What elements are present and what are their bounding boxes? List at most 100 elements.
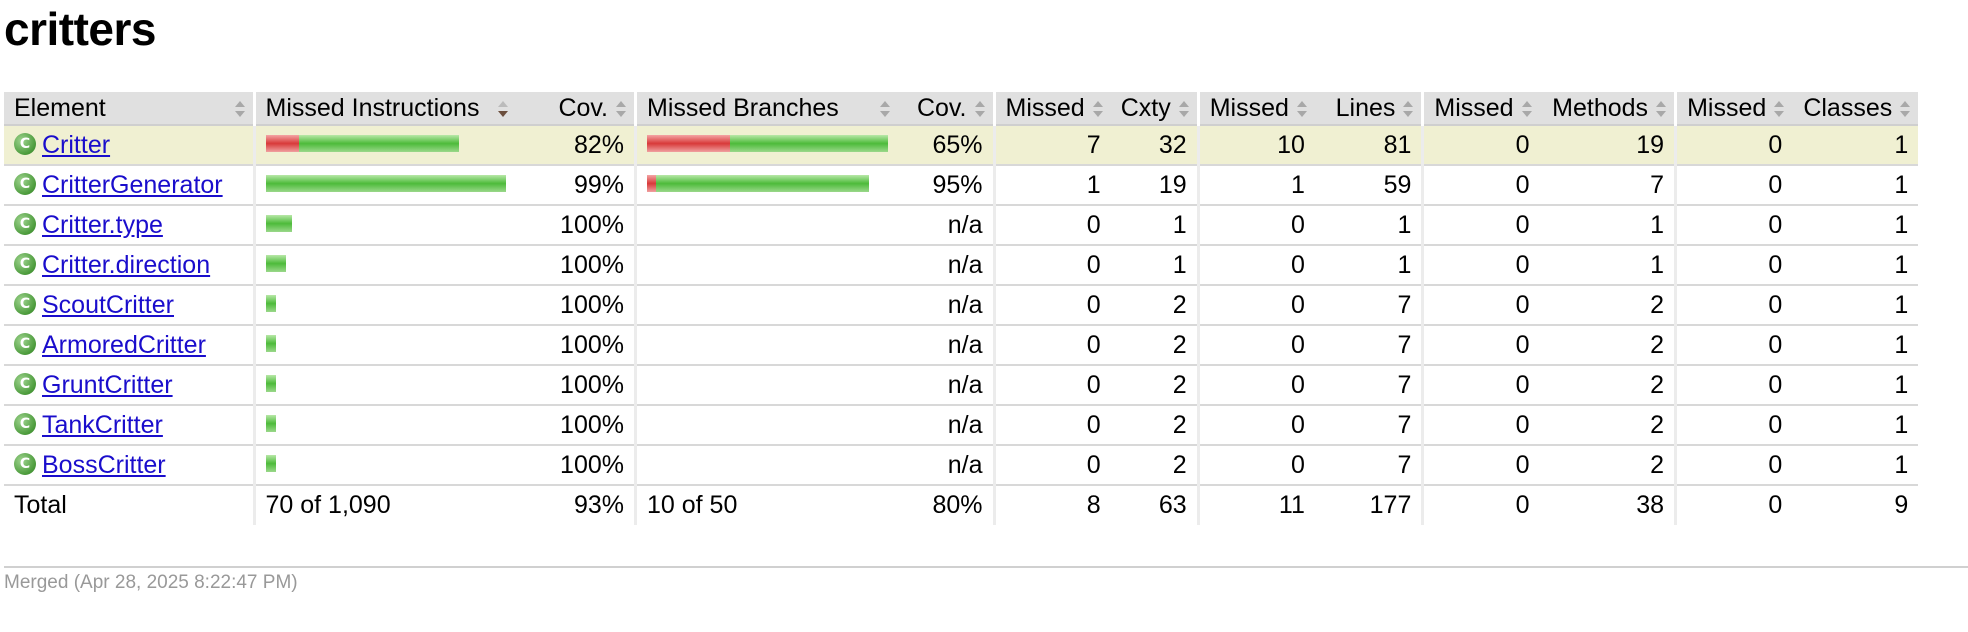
sort-icon xyxy=(1178,101,1189,117)
missed-lines: 0 xyxy=(1196,245,1315,286)
missed-classes: 0 xyxy=(1674,325,1793,366)
element-cell: GruntCritter xyxy=(4,365,254,406)
coverage-table: Element Missed Instructions Cov. Missed … xyxy=(4,92,1919,525)
coverage-bar xyxy=(265,335,276,353)
covered-bar-segment xyxy=(265,335,276,353)
branches-coverage: n/a xyxy=(898,325,994,366)
header-lines-label: Lines xyxy=(1335,93,1396,122)
header-missed-cxty[interactable]: Missed xyxy=(992,92,1111,126)
missed-methods: 0 xyxy=(1421,325,1540,366)
header-missed-label: Missed xyxy=(1687,93,1767,122)
header-missed-branches-label: Missed Branches xyxy=(647,93,839,122)
header-missed-lines[interactable]: Missed xyxy=(1196,92,1315,126)
header-branches-coverage[interactable]: Cov. xyxy=(898,92,994,126)
instructions-coverage: 100% xyxy=(515,405,636,446)
missed-lines: 10 xyxy=(1196,125,1315,166)
missed-methods: 0 xyxy=(1421,205,1540,246)
covered-bar-segment xyxy=(656,175,869,193)
instructions-coverage: 100% xyxy=(515,365,636,406)
header-instructions-coverage[interactable]: Cov. xyxy=(515,92,636,126)
coverage-bar xyxy=(647,135,888,153)
header-lines[interactable]: Lines xyxy=(1314,92,1423,126)
coverage-bar xyxy=(265,175,506,193)
missed-classes: 0 xyxy=(1674,285,1793,326)
missed-lines: 0 xyxy=(1196,445,1315,486)
element-link[interactable]: GruntCritter xyxy=(42,371,173,399)
classes: 1 xyxy=(1792,405,1919,446)
branches-coverage: 65% xyxy=(898,125,994,166)
missed-branches-cell xyxy=(634,245,898,286)
missed-cxty: 0 xyxy=(992,445,1111,486)
element-link[interactable]: Critter.type xyxy=(42,211,163,239)
element-cell: Critter xyxy=(4,125,254,166)
header-element[interactable]: Element xyxy=(4,92,254,126)
missed-instructions-cell xyxy=(252,365,516,406)
lines: 1 xyxy=(1314,205,1423,246)
missed-lines: 0 xyxy=(1196,285,1315,326)
element-link[interactable]: ArmoredCritter xyxy=(42,331,206,359)
cxty: 2 xyxy=(1110,405,1199,446)
missed-methods: 0 xyxy=(1421,245,1540,286)
missed-classes: 0 xyxy=(1674,365,1793,406)
header-missed-label: Missed xyxy=(1434,93,1514,122)
merged-timestamp: Merged (Apr 28, 2025 8:22:47 PM) xyxy=(4,572,298,593)
element-link[interactable]: TankCritter xyxy=(42,411,163,439)
lines: 7 xyxy=(1314,325,1423,366)
missed-branches-cell xyxy=(634,405,898,446)
table-body: Critter82%65%732108101901 CritterGenerato… xyxy=(4,125,1919,486)
branches-coverage: 95% xyxy=(898,165,994,206)
header-missed-methods[interactable]: Missed xyxy=(1421,92,1540,126)
cxty: 2 xyxy=(1110,445,1199,486)
table-row: Critter82%65%732108101901 xyxy=(4,125,1919,166)
header-cxty-label: Cxty xyxy=(1120,93,1171,122)
header-missed-classes[interactable]: Missed xyxy=(1674,92,1793,126)
element-link[interactable]: ScoutCritter xyxy=(42,291,174,319)
instructions-coverage: 100% xyxy=(515,325,636,366)
header-methods[interactable]: Methods xyxy=(1539,92,1676,126)
header-cxty[interactable]: Cxty xyxy=(1110,92,1199,126)
missed-methods: 0 xyxy=(1421,365,1540,406)
total-label: Total xyxy=(14,491,67,519)
instructions-coverage: 100% xyxy=(515,445,636,486)
element-link[interactable]: CritterGenerator xyxy=(42,171,223,199)
total-lines: 177 xyxy=(1369,491,1412,519)
missed-classes: 0 xyxy=(1674,405,1793,446)
lines: 7 xyxy=(1314,365,1423,406)
missed-cxty: 1 xyxy=(992,165,1111,206)
branches-coverage: n/a xyxy=(898,285,994,326)
element-link[interactable]: BossCritter xyxy=(42,451,166,479)
sort-icon xyxy=(1521,101,1532,117)
cxty: 1 xyxy=(1110,205,1199,246)
instructions-coverage: 100% xyxy=(515,205,636,246)
element-link[interactable]: Critter xyxy=(42,131,110,159)
total-classes: 9 xyxy=(1894,491,1909,519)
branches-coverage: n/a xyxy=(898,245,994,286)
methods: 2 xyxy=(1539,445,1676,486)
lines: 7 xyxy=(1314,445,1423,486)
header-missed-branches[interactable]: Missed Branches xyxy=(634,92,898,126)
total-cxty: 63 xyxy=(1158,491,1187,519)
sort-icon xyxy=(1774,101,1785,117)
sort-icon xyxy=(1656,101,1667,117)
class-icon xyxy=(14,412,36,435)
branches-coverage: n/a xyxy=(898,445,994,486)
missed-cxty: 7 xyxy=(992,125,1111,166)
page-title: critters xyxy=(4,3,156,55)
missed-branches-cell xyxy=(634,125,898,166)
covered-bar-segment xyxy=(730,135,888,153)
cxty: 2 xyxy=(1110,285,1199,326)
header-missed-instructions[interactable]: Missed Instructions xyxy=(252,92,516,126)
covered-bar-segment xyxy=(265,415,276,433)
element-cell: ArmoredCritter xyxy=(4,325,254,366)
element-link[interactable]: Critter.direction xyxy=(42,251,210,279)
covered-bar-segment xyxy=(298,135,459,153)
total-instructions-coverage: 93% xyxy=(573,491,624,519)
missed-classes: 0 xyxy=(1674,445,1793,486)
header-classes[interactable]: Classes xyxy=(1792,92,1919,126)
table-row: GruntCritter100%n/a02070201 xyxy=(4,365,1919,406)
coverage-bar xyxy=(647,175,869,193)
branches-coverage: n/a xyxy=(898,205,994,246)
missed-instructions-cell xyxy=(252,165,516,206)
missed-bar-segment xyxy=(647,175,656,193)
header-cov-label: Cov. xyxy=(916,93,967,122)
